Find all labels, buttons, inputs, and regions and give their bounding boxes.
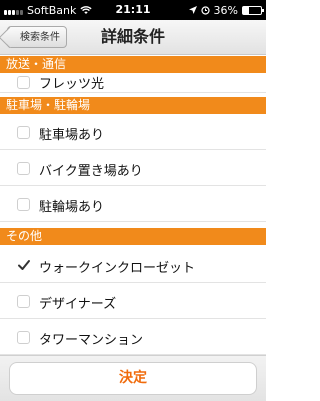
page-title: 詳細条件 <box>100 27 165 46</box>
navigation-bar: 検索条件 詳細条件 <box>0 20 266 55</box>
section-header-other: その他 <box>0 228 266 245</box>
battery-icon <box>242 5 264 15</box>
section-header-parking: 駐車場・駐輪場 <box>0 97 266 114</box>
option-label: 駐輪場あり <box>39 200 105 215</box>
list-item[interactable]: フレッツ光 <box>0 73 266 93</box>
list-item[interactable]: ウォークインクローゼット <box>0 247 266 283</box>
location-arrow-icon <box>188 6 197 14</box>
status-bar: SoftBank 21:11 36% <box>0 0 266 20</box>
list-item[interactable]: 駐車場あり <box>0 114 266 150</box>
list-item[interactable]: タワーマンション <box>0 319 266 355</box>
alarm-icon <box>200 5 210 15</box>
battery-percent: 36% <box>213 3 238 17</box>
option-label: バイク置き場あり <box>39 164 143 179</box>
section-header-broadcast: 放送・通信 <box>0 56 266 73</box>
checkbox[interactable] <box>17 198 30 211</box>
decide-button[interactable]: 決定 <box>9 362 257 395</box>
option-label: フレッツ光 <box>39 77 105 92</box>
option-label: ウォークインクローゼット <box>39 261 196 276</box>
list-item[interactable]: 駐輪場あり <box>0 186 266 222</box>
list-item[interactable]: デザイナーズ <box>0 283 266 319</box>
status-right: 36% <box>188 0 264 20</box>
checkbox[interactable] <box>17 126 30 139</box>
checkbox[interactable] <box>17 295 30 308</box>
footer-bar: 決定 <box>0 355 266 401</box>
checkbox[interactable] <box>17 331 30 344</box>
option-label: 駐車場あり <box>39 128 105 143</box>
checkbox[interactable] <box>17 76 30 89</box>
option-label: タワーマンション <box>39 333 144 348</box>
list-item[interactable]: バイク置き場あり <box>0 150 266 186</box>
checkmark-icon[interactable] <box>17 258 31 272</box>
conditions-list[interactable]: 放送・通信 フレッツ光 駐車場・駐輪場 駐車場あり バイク置き場あり 駐輪場あり… <box>0 55 266 355</box>
checkbox[interactable] <box>17 162 30 175</box>
option-label: デザイナーズ <box>39 297 117 312</box>
